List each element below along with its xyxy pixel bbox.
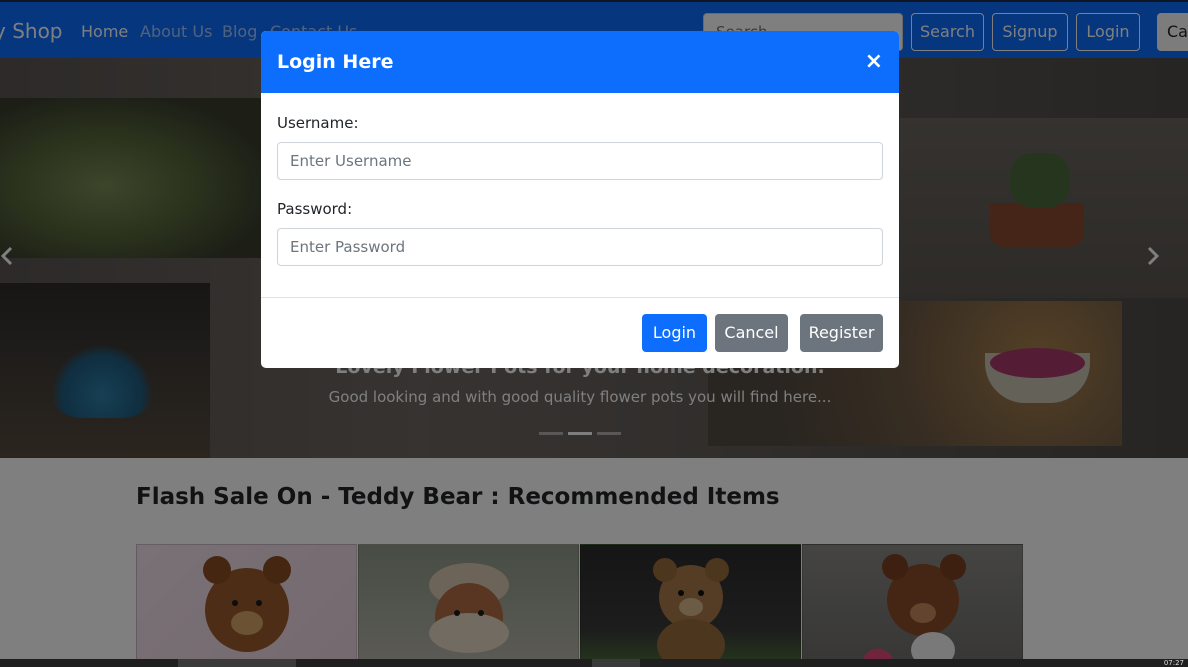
login-button[interactable]: Login (642, 314, 707, 352)
login-modal: Login Here × Username: Password: Login C… (261, 31, 899, 368)
register-button[interactable]: Register (800, 314, 883, 352)
modal-title: Login Here (277, 51, 394, 73)
close-icon[interactable]: × (865, 49, 883, 74)
password-label: Password: (277, 200, 353, 218)
taskbar-app[interactable] (592, 659, 640, 667)
os-taskbar: 07:27 (0, 659, 1188, 667)
modal-divider (261, 297, 899, 298)
username-field[interactable] (277, 142, 883, 180)
cancel-button[interactable]: Cancel (715, 314, 788, 352)
modal-header: Login Here × (261, 31, 899, 93)
taskbar-clock: 07:27 (1163, 659, 1184, 667)
taskbar-app[interactable] (178, 659, 296, 667)
username-label: Username: (277, 114, 359, 132)
password-field[interactable] (277, 228, 883, 266)
